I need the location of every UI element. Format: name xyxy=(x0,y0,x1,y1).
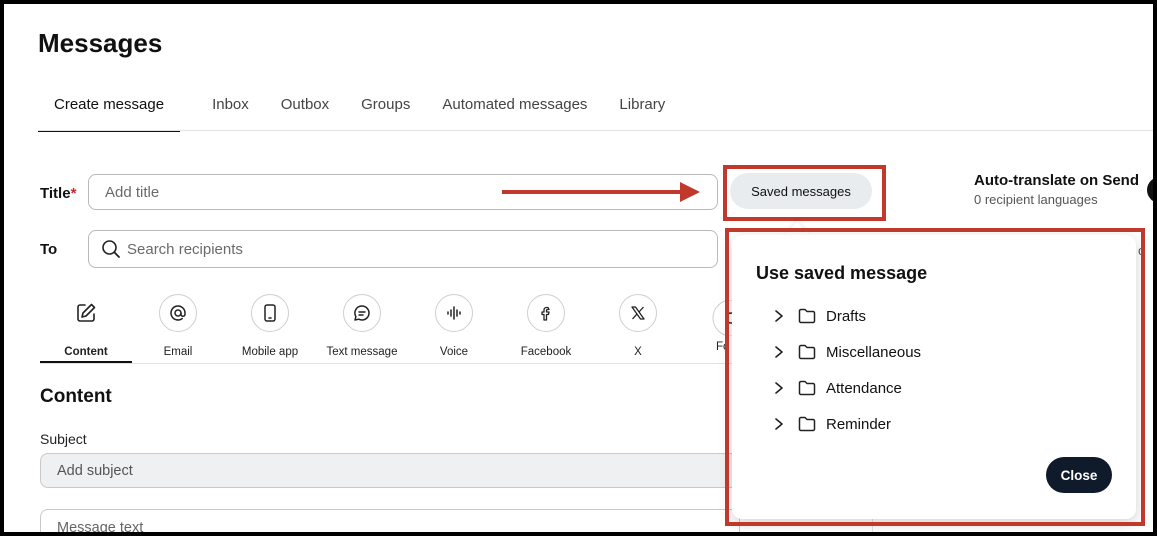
subject-placeholder: Add subject xyxy=(57,462,133,479)
x-icon xyxy=(619,294,657,332)
channel-label: Email xyxy=(163,346,193,358)
voice-icon xyxy=(435,294,473,332)
tabs-divider xyxy=(38,130,1153,131)
page-title: Messages xyxy=(38,28,163,58)
auto-translate-title: Auto-translate on Send xyxy=(974,172,1140,189)
annotation-arrow-head xyxy=(680,182,700,202)
subject-input[interactable]: Add subject xyxy=(40,453,740,488)
tab-outbox[interactable]: Outbox xyxy=(281,96,329,132)
channel-x[interactable]: X xyxy=(592,294,684,358)
auto-translate-toggle[interactable] xyxy=(1147,177,1153,203)
phone-icon xyxy=(251,294,289,332)
auto-translate-subtitle: 0 recipient languages xyxy=(974,192,1098,207)
channel-mobile-app[interactable]: Mobile app xyxy=(224,294,316,358)
saved-messages-highlight xyxy=(723,165,886,221)
channel-label: Mobile app xyxy=(241,346,299,358)
required-mark: * xyxy=(70,185,77,202)
channel-label: Voice xyxy=(439,346,469,358)
facebook-icon xyxy=(527,294,565,332)
title-label: Title* xyxy=(40,185,76,202)
title-placeholder: Add title xyxy=(105,183,160,201)
message-placeholder: Message text xyxy=(57,520,144,532)
tab-create-message[interactable]: Create message xyxy=(38,96,181,132)
channel-divider xyxy=(40,363,740,364)
search-icon xyxy=(102,240,120,258)
channel-label: X xyxy=(634,346,642,358)
message-text-input[interactable]: Message text xyxy=(40,509,740,532)
tab-bar: Create message Inbox Outbox Groups Autom… xyxy=(38,96,697,132)
subject-label: Subject xyxy=(40,431,87,447)
channel-label: Text message xyxy=(326,346,398,358)
channel-label: Content xyxy=(64,346,108,358)
channel-label: Facebook xyxy=(520,346,572,358)
tab-groups[interactable]: Groups xyxy=(361,96,410,132)
channel-content[interactable]: Content xyxy=(40,294,132,358)
edit-icon xyxy=(67,294,105,332)
tab-library[interactable]: Library xyxy=(619,96,665,132)
channel-email[interactable]: Email xyxy=(132,294,224,358)
channel-active-underline xyxy=(40,361,132,363)
channel-voice[interactable]: Voice xyxy=(408,294,500,358)
search-placeholder: Search recipients xyxy=(127,240,243,258)
channel-facebook[interactable]: Facebook xyxy=(500,294,592,358)
channel-text-message[interactable]: Text message xyxy=(316,294,408,358)
content-section-title: Content xyxy=(40,386,112,407)
annotation-arrow-shaft xyxy=(502,190,682,194)
app-frame: Messages Create message Inbox Outbox Gro… xyxy=(4,4,1153,532)
popover-highlight xyxy=(725,228,1145,526)
tab-inbox[interactable]: Inbox xyxy=(212,96,249,132)
at-icon xyxy=(159,294,197,332)
recipient-search-input[interactable]: Search recipients xyxy=(88,230,718,268)
title-label-text: Title xyxy=(40,185,71,202)
tab-automated-messages[interactable]: Automated messages xyxy=(442,96,587,132)
chat-icon xyxy=(343,294,381,332)
to-label: To xyxy=(40,241,58,258)
